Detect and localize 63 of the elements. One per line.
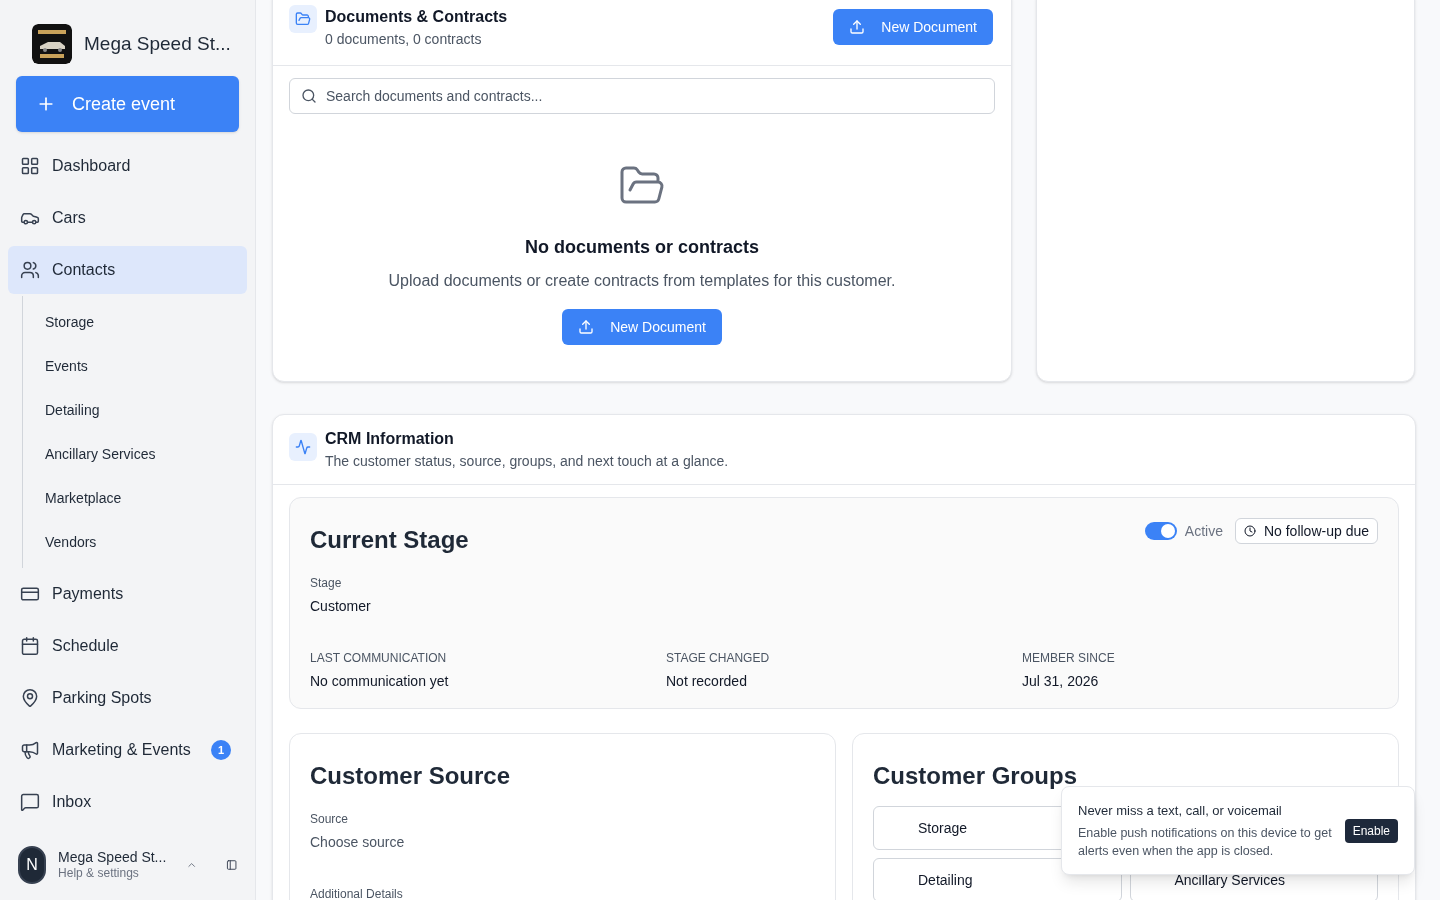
sub-nav-item[interactable]: Storage: [23, 300, 247, 344]
sub-nav-item[interactable]: Detailing: [23, 388, 247, 432]
message-icon: [20, 792, 40, 812]
upload-icon: [849, 19, 866, 35]
field-value: Jul 31, 2026: [1022, 672, 1100, 691]
card-title: CRM Information: [325, 429, 455, 449]
folder-icon: [295, 11, 311, 27]
brand-name: Mega Speed St...: [84, 31, 231, 56]
clock-icon: [1243, 525, 1256, 537]
create-event-button[interactable]: Create event: [16, 76, 239, 132]
field-label: STAGE CHANGED: [666, 650, 771, 667]
credit-card-icon: [20, 584, 40, 604]
nav-item[interactable]: Payments: [8, 570, 247, 618]
search-field[interactable]: Search documents and contracts...: [289, 78, 995, 114]
field-label: Source: [310, 811, 350, 828]
logo-icon: [32, 24, 72, 64]
field-value: Not recorded: [666, 672, 748, 691]
empty-title: No documents or contracts: [524, 236, 759, 259]
switch-label: Active: [1184, 521, 1223, 541]
sub-nav-item[interactable]: Ancillary Services: [23, 432, 247, 476]
card-subtitle: The customer status, source, groups, and next touch at a glance.: [325, 452, 729, 471]
map-pin-icon: [20, 688, 40, 708]
field-value: No communication yet: [310, 672, 450, 691]
field-label: Additional Details: [310, 886, 404, 900]
user-name: Mega Speed St...: [58, 848, 167, 867]
follow-up-chip: No follow-up due: [1234, 518, 1378, 544]
sub-nav-item[interactable]: Events: [23, 344, 247, 388]
sidebar-toggle-icon[interactable]: [225, 857, 237, 873]
nav-item[interactable]: Contacts: [8, 246, 247, 294]
enable-button[interactable]: Enable: [1344, 818, 1398, 843]
activity-icon: [295, 439, 311, 455]
active-switch[interactable]: [1144, 522, 1177, 540]
nav-item[interactable]: Schedule: [8, 622, 247, 670]
nav-item[interactable]: Inbox: [8, 778, 247, 826]
nav-item[interactable]: Parking Spots: [8, 674, 247, 722]
avatar[interactable]: N: [18, 846, 47, 884]
field-value: Choose source: [310, 833, 406, 852]
card-subtitle: 0 documents, 0 contracts: [325, 30, 483, 49]
sub-nav-item[interactable]: Vendors: [23, 520, 247, 564]
user-subtitle: Help & settings: [58, 866, 140, 882]
nav-item[interactable]: Marketing & Events 1: [8, 726, 247, 774]
section-title: Customer Groups: [873, 761, 1079, 791]
new-document-button[interactable]: New Document: [833, 9, 993, 45]
card-title: Documents & Contracts: [325, 7, 508, 27]
nav-item[interactable]: Dashboard: [8, 142, 247, 190]
section-title: Current Stage: [310, 525, 469, 555]
dashboard-icon: [20, 156, 40, 176]
new-document-button[interactable]: New Document: [562, 309, 722, 345]
megaphone-icon: [20, 740, 40, 760]
users-icon: [20, 260, 40, 280]
count-badge: 1: [211, 740, 231, 760]
nav-item[interactable]: Cars: [8, 194, 247, 242]
field-label: Stage: [310, 575, 343, 592]
empty-text: Upload documents or create contracts from templates for this customer.: [388, 271, 896, 291]
section-title: Customer Source: [310, 761, 512, 791]
field-label: LAST COMMUNICATION: [310, 650, 448, 667]
field-label: MEMBER SINCE: [1022, 650, 1116, 667]
sub-nav-item[interactable]: Marketplace: [23, 476, 247, 520]
field-value: Customer: [310, 597, 372, 616]
calendar-icon: [20, 636, 40, 656]
group-option[interactable]: Detailing: [873, 858, 1122, 900]
upload-icon: [578, 319, 595, 335]
search-icon: [301, 88, 317, 104]
